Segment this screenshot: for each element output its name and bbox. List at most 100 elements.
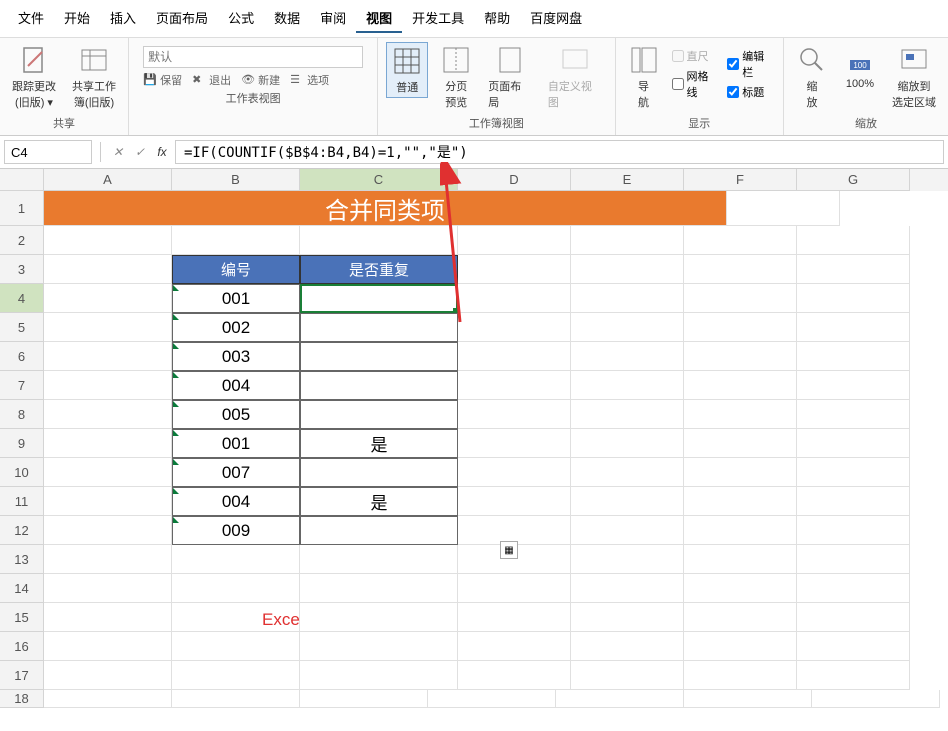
cell[interactable] [797, 487, 910, 516]
menu-view[interactable]: 视图 [356, 4, 402, 33]
autofill-options-icon[interactable]: ▦ [500, 541, 518, 559]
cell[interactable] [44, 487, 172, 516]
cell[interactable] [556, 690, 684, 708]
cell[interactable] [797, 342, 910, 371]
cell[interactable] [458, 603, 571, 632]
name-box[interactable] [4, 140, 92, 164]
cell[interactable] [44, 603, 172, 632]
table-cell-code[interactable]: 002 [172, 313, 300, 342]
table-cell-dup[interactable]: 是 [300, 487, 458, 516]
table-cell-code[interactable]: 001 [172, 284, 300, 313]
menu-devtools[interactable]: 开发工具 [402, 4, 474, 33]
row-header[interactable]: 14 [0, 574, 44, 603]
formula-input[interactable] [175, 140, 944, 164]
cell[interactable] [172, 661, 300, 690]
ruler-checkbox[interactable]: 直尺 [672, 48, 720, 64]
cell[interactable] [458, 574, 571, 603]
cell[interactable] [458, 661, 571, 690]
nav-button[interactable]: 导 航 [624, 42, 664, 112]
cell[interactable] [571, 632, 684, 661]
col-header-c[interactable]: C [300, 169, 458, 191]
cell[interactable] [571, 661, 684, 690]
cell[interactable] [44, 284, 172, 313]
options-button[interactable]: ☰选项 [290, 72, 329, 88]
col-header-e[interactable]: E [571, 169, 684, 191]
cell[interactable] [797, 226, 910, 255]
cell[interactable] [44, 690, 172, 708]
col-header-g[interactable]: G [797, 169, 910, 191]
row-header[interactable]: 18 [0, 690, 44, 708]
cell[interactable] [458, 458, 571, 487]
editbar-checkbox[interactable]: 编辑栏 [727, 48, 775, 80]
zoom-100-button[interactable]: 100 100% [840, 42, 880, 92]
cell[interactable] [458, 284, 571, 313]
cell[interactable] [300, 545, 458, 574]
cell[interactable] [684, 284, 797, 313]
cell[interactable] [812, 690, 940, 708]
cell[interactable] [300, 690, 428, 708]
row-header[interactable]: 9 [0, 429, 44, 458]
cell[interactable] [684, 632, 797, 661]
cell[interactable] [44, 516, 172, 545]
cell[interactable] [571, 574, 684, 603]
custom-view-button[interactable]: 自定义视图 [544, 42, 607, 112]
cell[interactable] [571, 255, 684, 284]
cell[interactable] [44, 574, 172, 603]
cell[interactable] [44, 545, 172, 574]
row-header[interactable]: 12 [0, 516, 44, 545]
cell[interactable] [44, 632, 172, 661]
zoom-button[interactable]: 缩 放 [792, 42, 832, 112]
cell[interactable] [797, 603, 910, 632]
row-header[interactable]: 5 [0, 313, 44, 342]
cell[interactable] [458, 371, 571, 400]
headings-checkbox[interactable]: 标题 [727, 84, 775, 100]
cell[interactable] [571, 313, 684, 342]
cell[interactable] [172, 574, 300, 603]
cell[interactable] [300, 226, 458, 255]
cells-area[interactable]: 合并同类项 编号 是否重复 [44, 191, 940, 708]
pagelayout-view-button[interactable]: 页面布局 [484, 42, 536, 112]
cell[interactable] [458, 342, 571, 371]
table-cell-dup[interactable]: 是 [300, 429, 458, 458]
table-cell-dup[interactable] [300, 284, 458, 313]
share-workbook-button[interactable]: 共享工作 簿(旧版) [68, 42, 120, 112]
table-cell-dup[interactable] [300, 313, 458, 342]
cell[interactable] [797, 632, 910, 661]
table-cell-code[interactable]: 004 [172, 371, 300, 400]
cell[interactable] [797, 458, 910, 487]
cell[interactable] [684, 371, 797, 400]
cell[interactable] [300, 574, 458, 603]
cell[interactable] [44, 226, 172, 255]
cell[interactable] [172, 226, 300, 255]
cell[interactable] [458, 313, 571, 342]
cell[interactable] [458, 429, 571, 458]
menu-review[interactable]: 审阅 [310, 4, 356, 33]
table-cell-code[interactable]: 003 [172, 342, 300, 371]
cell[interactable] [571, 603, 684, 632]
sheetview-select[interactable] [143, 46, 363, 68]
cell[interactable] [571, 226, 684, 255]
title-cell[interactable]: 合并同类项 [44, 191, 727, 226]
cell[interactable] [44, 429, 172, 458]
col-header-b[interactable]: B [172, 169, 300, 191]
pagebreak-view-button[interactable]: 分页 预览 [436, 42, 476, 112]
cell[interactable] [172, 632, 300, 661]
menu-file[interactable]: 文件 [8, 4, 54, 33]
col-header-d[interactable]: D [458, 169, 571, 191]
table-cell-dup[interactable] [300, 371, 458, 400]
cell[interactable] [797, 574, 910, 603]
cell[interactable] [300, 661, 458, 690]
row-header[interactable]: 1 [0, 191, 44, 226]
cell[interactable] [44, 371, 172, 400]
cell[interactable] [797, 371, 910, 400]
row-header[interactable]: 17 [0, 661, 44, 690]
cell[interactable] [727, 191, 840, 226]
zoom-selection-button[interactable]: 缩放到 选定区域 [888, 42, 940, 112]
row-header[interactable]: 15 [0, 603, 44, 632]
cell[interactable] [684, 400, 797, 429]
cell[interactable] [44, 313, 172, 342]
select-all-corner[interactable] [0, 169, 44, 191]
exit-button[interactable]: ✖退出 [192, 72, 231, 88]
cell[interactable] [458, 400, 571, 429]
col-header-a[interactable]: A [44, 169, 172, 191]
